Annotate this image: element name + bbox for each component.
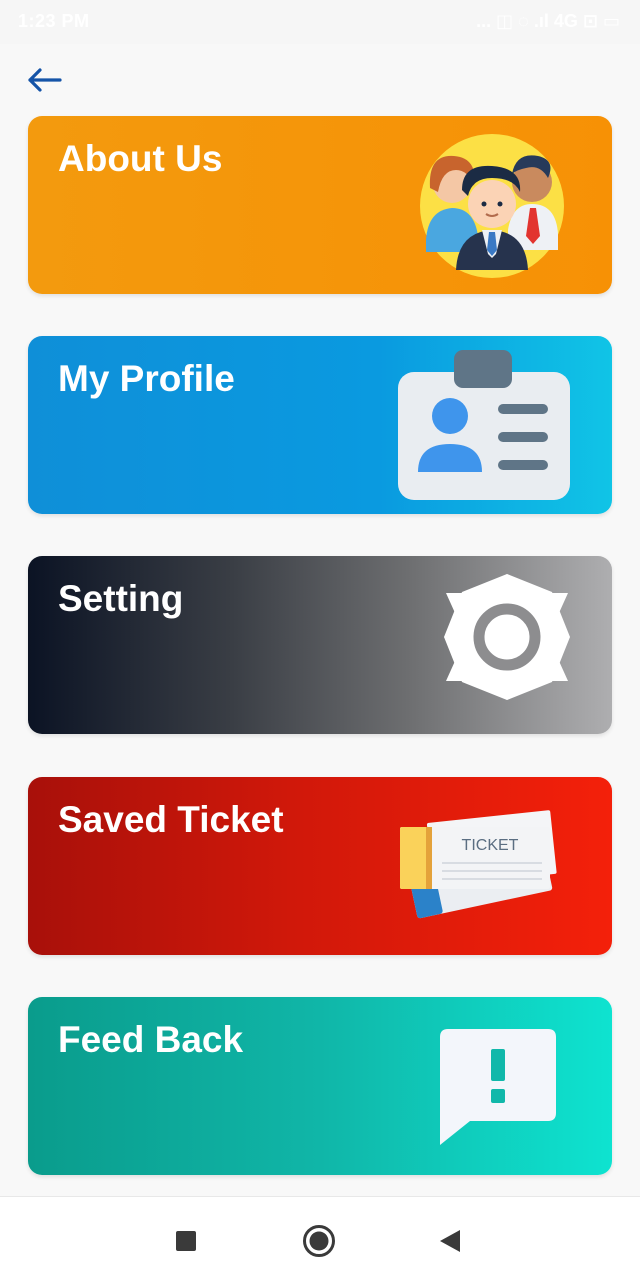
system-back-button[interactable] — [428, 1219, 472, 1263]
menu-card-setting[interactable]: Setting — [28, 556, 612, 734]
menu-card-title: My Profile — [58, 358, 235, 399]
menu-card-about-us[interactable]: About Us — [28, 116, 612, 294]
circle-home-icon — [303, 1225, 335, 1257]
menu-card-title: Feed Back — [58, 1019, 244, 1060]
status-time: 1:23 PM — [18, 11, 90, 31]
ticket-art-text: TICKET — [462, 837, 519, 854]
ticket-icon: TICKET — [400, 810, 557, 919]
feedback-chat-icon — [440, 1029, 556, 1145]
arrow-left-icon — [28, 68, 62, 92]
status-bar: 1:23 PM ... ◫ ◌ .ıl 4G ⊡ ▭ — [0, 0, 640, 44]
gear-icon — [444, 574, 570, 700]
recents-button[interactable] — [164, 1219, 208, 1263]
system-navigation-bar — [0, 1196, 640, 1281]
triangle-back-icon — [440, 1230, 460, 1252]
id-card-icon — [398, 350, 570, 500]
menu-card-my-profile[interactable]: My Profile — [28, 336, 612, 514]
menu-card-feed-back[interactable]: Feed Back — [28, 997, 612, 1175]
status-indicators: ... ◫ ◌ .ıl 4G ⊡ ▭ — [476, 11, 620, 31]
back-button[interactable] — [22, 60, 66, 100]
menu-card-title: Setting — [58, 578, 184, 619]
menu-card-title: About Us — [58, 138, 223, 179]
menu-card-title: Saved Ticket — [58, 799, 284, 840]
menu-card-saved-ticket[interactable]: Saved Ticket TICKET — [28, 777, 612, 955]
square-recents-icon — [176, 1231, 196, 1251]
home-button[interactable] — [297, 1219, 341, 1263]
team-people-icon — [420, 134, 564, 278]
